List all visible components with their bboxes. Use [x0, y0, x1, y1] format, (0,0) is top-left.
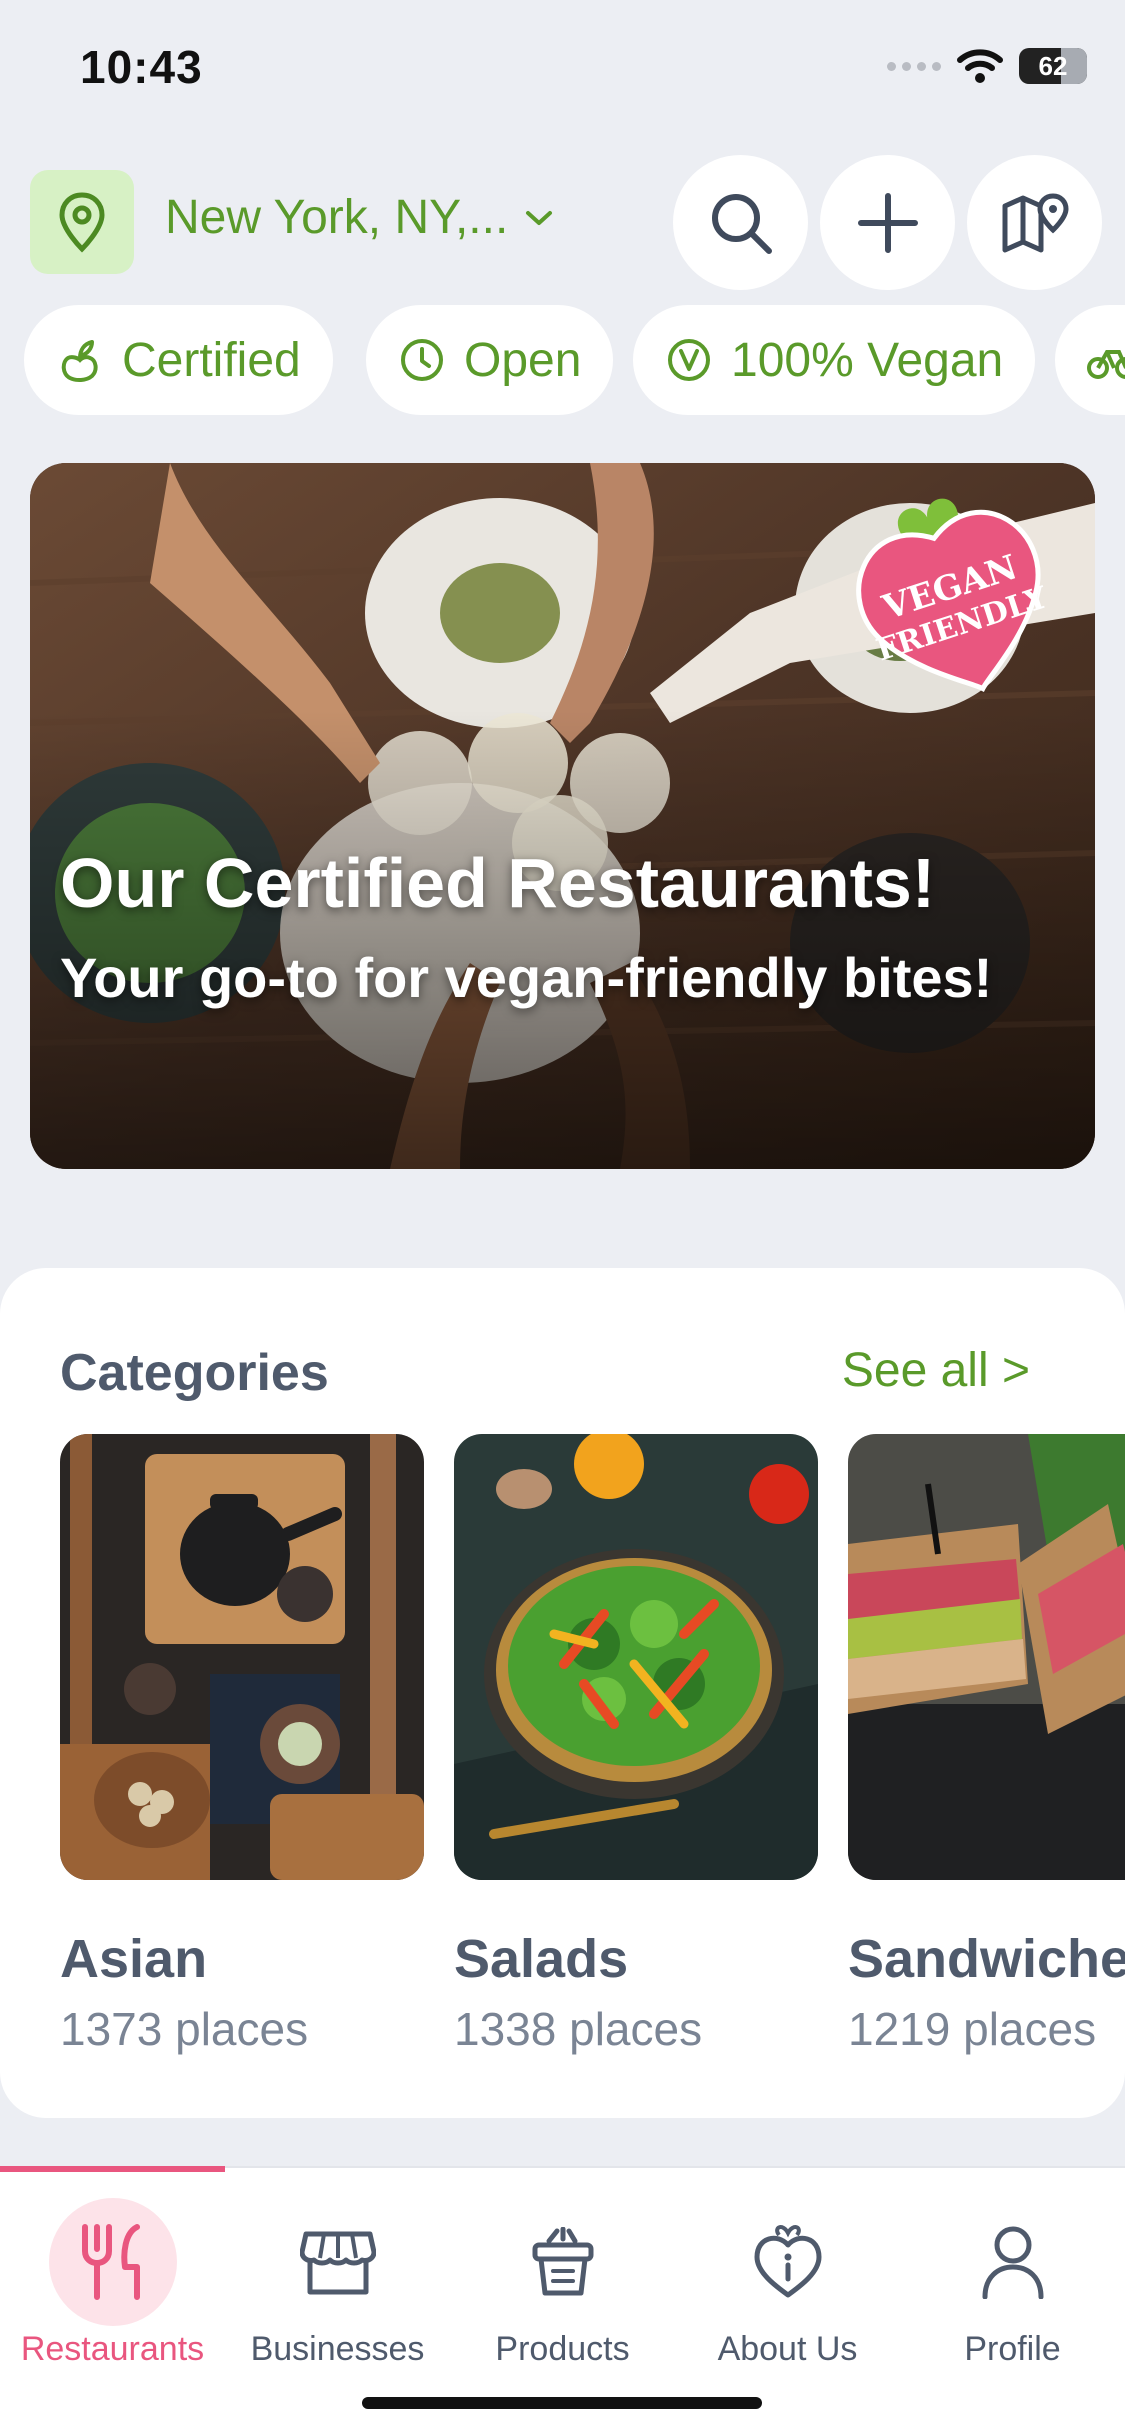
tab-profile[interactable]: Profile: [900, 2198, 1125, 2369]
see-all-link[interactable]: See all >: [842, 1343, 1030, 1398]
category-asian-image: [60, 1434, 424, 1880]
status-bar: 10:43 62: [0, 0, 1125, 140]
tab-about-us-label: About Us: [717, 2330, 858, 2368]
person-icon: [949, 2198, 1077, 2326]
plus-icon: [857, 192, 918, 253]
add-button[interactable]: [820, 155, 955, 290]
tab-businesses[interactable]: Businesses: [225, 2198, 450, 2369]
grocery-bag-icon: [499, 2198, 627, 2326]
location-label: New York, NY,...: [165, 191, 509, 244]
tab-restaurants-label: Restaurants: [20, 2330, 205, 2368]
filter-100-vegan-label: 100% Vegan: [731, 333, 1004, 387]
battery-level: 62: [1038, 50, 1068, 81]
hero-subtitle: Your go-to for vegan-friendly bites!: [60, 946, 993, 1009]
location-selector[interactable]: New York, NY,...: [165, 190, 554, 245]
category-salads-image: [454, 1434, 818, 1880]
category-salads[interactable]: Salads 1338 places: [454, 1434, 818, 2056]
category-sandwiches-name: Sandwiches: [848, 1929, 1125, 1989]
category-asian[interactable]: Asian 1373 places: [60, 1434, 424, 2056]
home-indicator: [362, 2397, 762, 2409]
categories-section: Categories See all > Asian 1373 places S…: [0, 1268, 1125, 2118]
hero-title: Our Certified Restaurants!: [60, 844, 936, 922]
filter-chips: Certified Open 100% Vegan: [0, 305, 1125, 417]
tab-businesses-label: Businesses: [250, 2330, 425, 2368]
clock-icon: [401, 339, 443, 381]
category-asian-name: Asian: [60, 1929, 208, 1989]
heart-info-icon: [724, 2198, 852, 2326]
category-salads-name: Salads: [454, 1929, 629, 1989]
filter-100-vegan[interactable]: 100% Vegan: [633, 305, 1036, 415]
bottom-tab-bar: Restaurants Businesses Products About Us…: [0, 2166, 1125, 2436]
hero-image: VEGAN FRIENDLY: [30, 463, 1095, 1169]
location-pin-button[interactable]: [30, 170, 134, 274]
search-icon: [711, 193, 772, 254]
search-button[interactable]: [673, 155, 808, 290]
vegan-v-icon: [668, 339, 710, 381]
sprout-icon: [61, 340, 98, 383]
filter-open-label: Open: [464, 333, 582, 387]
filter-open[interactable]: Open: [366, 305, 614, 415]
filter-delivery[interactable]: [1055, 305, 1125, 415]
category-sandwiches-image: [848, 1434, 1125, 1880]
map-pin-icon: [1002, 192, 1069, 252]
tab-products[interactable]: Products: [450, 2198, 675, 2369]
bicycle-icon: [1087, 350, 1125, 379]
battery-icon: 62: [1019, 48, 1087, 84]
chevron-down-icon: [526, 210, 553, 225]
categories-heading: Categories: [60, 1344, 329, 1402]
status-time: 10:43: [80, 41, 203, 93]
map-button[interactable]: [967, 155, 1102, 290]
cellular-signal-icon: [887, 61, 941, 71]
category-sandwiches-count: 1219 places: [848, 2003, 1097, 2055]
status-icons: 62: [887, 48, 1087, 84]
top-bar: New York, NY,...: [0, 155, 1125, 290]
tab-products-label: Products: [495, 2330, 630, 2368]
storefront-icon: [274, 2198, 402, 2326]
fork-knife-icon: [48, 2198, 177, 2326]
tab-profile-label: Profile: [964, 2330, 1061, 2368]
wifi-icon: [957, 49, 1003, 83]
category-salads-count: 1338 places: [454, 2003, 703, 2055]
tab-about-us[interactable]: About Us: [675, 2198, 900, 2369]
hero-banner[interactable]: VEGAN FRIENDLY Our Certified Restaurants…: [30, 463, 1095, 1169]
category-sandwiches[interactable]: Sandwiches 1219 places: [848, 1434, 1125, 2056]
filter-certified-label: Certified: [122, 333, 301, 387]
tab-restaurants[interactable]: Restaurants: [0, 2198, 225, 2369]
filter-certified[interactable]: Certified: [24, 305, 333, 415]
category-asian-count: 1373 places: [60, 2003, 309, 2055]
active-tab-indicator: [0, 2166, 225, 2172]
location-pin-icon: [59, 192, 105, 253]
